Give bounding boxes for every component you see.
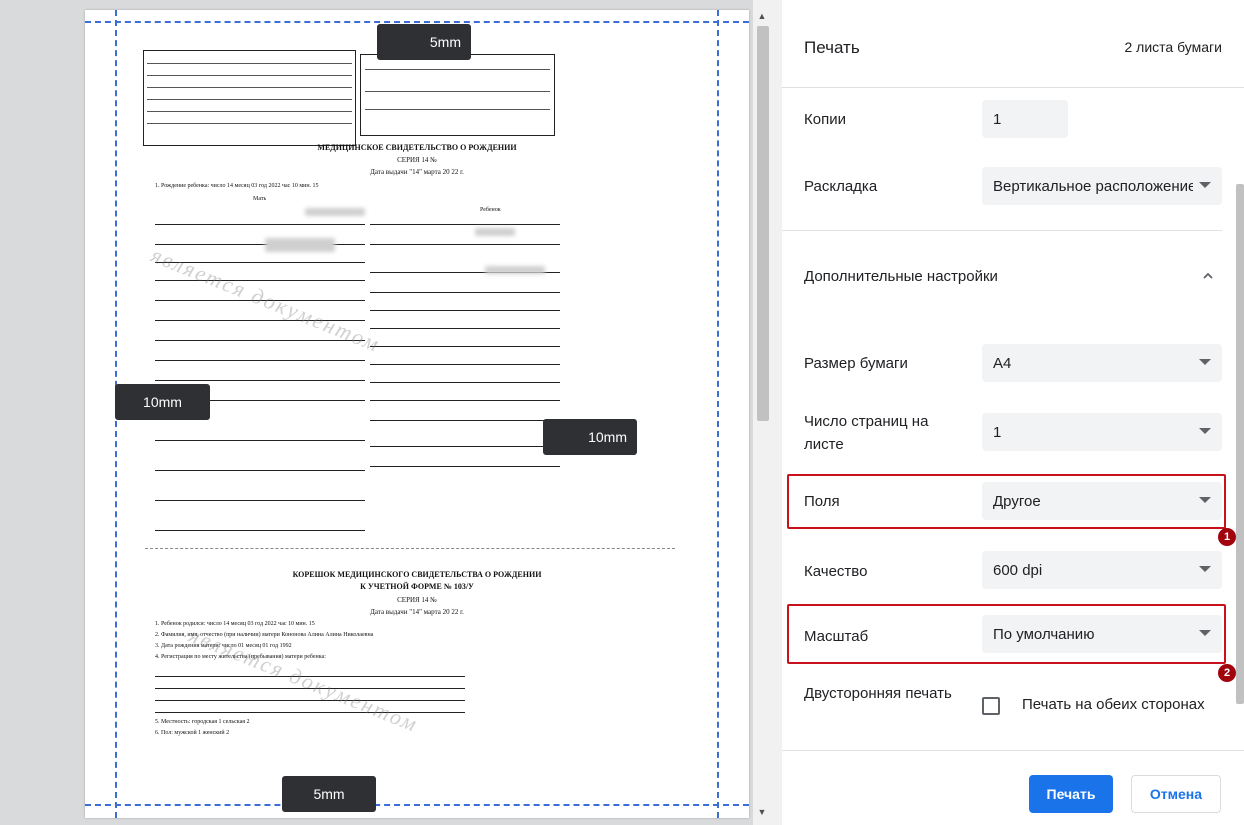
doc-title: МЕДИЦИНСКОЕ СВИДЕТЕЛЬСТВО О РОЖДЕНИИ	[317, 143, 517, 152]
copies-input[interactable]: 1	[982, 100, 1068, 138]
layout-select[interactable]: Вертикальное расположение	[982, 167, 1222, 205]
layout-label: Раскладка	[804, 178, 878, 195]
scale-select[interactable]: По умолчанию	[982, 615, 1222, 653]
copies-label: Копии	[804, 111, 846, 128]
settings-scrollbar[interactable]	[1235, 88, 1244, 750]
cancel-button[interactable]: Отмена	[1131, 775, 1221, 813]
chevron-down-icon	[1199, 182, 1211, 188]
settings-scroll-thumb[interactable]	[1236, 184, 1244, 704]
panel-title: Печать	[804, 38, 860, 57]
margins-value: Другое	[993, 492, 1041, 510]
stub-date: Дата выдачи "14" марта 20 22 г.	[370, 608, 464, 616]
divider	[782, 230, 1222, 231]
preview-scroll-thumb[interactable]	[757, 26, 769, 421]
doc-series: СЕРИЯ 14 №	[397, 156, 437, 164]
more-settings-toggle[interactable]: Дополнительные настройки	[804, 265, 998, 288]
duplex-option-label[interactable]: Печать на обеих сторонах	[1022, 696, 1205, 713]
pages-per-sheet-label: Число страниц на листе	[804, 413, 929, 453]
margin-left-badge: 10mm	[115, 384, 210, 420]
redacted-name	[305, 208, 365, 216]
margin-right-badge: 10mm	[543, 419, 637, 455]
duplex-label: Двусторонняя печать	[804, 685, 952, 702]
quality-value: 600 dpi	[993, 561, 1043, 579]
stub-series: СЕРИЯ 14 №	[397, 596, 437, 604]
chevron-down-icon	[1199, 497, 1211, 503]
doc-label-child: Ребенок	[480, 207, 501, 213]
quality-select[interactable]: 600 dpi	[982, 551, 1222, 589]
doc-label-mother: Мать	[253, 196, 267, 202]
panel-header: Печать 2 листа бумаги	[782, 0, 1244, 88]
chevron-down-icon	[1199, 428, 1211, 434]
print-preview-area: МЕДИЦИНСКОЕ СВИДЕТЕЛЬСТВО О РОЖДЕНИИ СЕР…	[0, 0, 782, 825]
doc-row-birth: 1. Рождение ребенка: число 14 месяц 03 г…	[155, 183, 319, 189]
margin-guide-bottom[interactable]	[85, 804, 749, 806]
redacted-child-name	[475, 228, 515, 236]
paper-size-select[interactable]: A4	[982, 344, 1222, 382]
quality-label: Качество	[804, 563, 868, 580]
doc-header-right-lines	[365, 60, 550, 132]
doc-issue-date: Дата выдачи "14" марта 20 22 г.	[370, 168, 464, 176]
doc-header-text-lines	[147, 54, 352, 142]
stub-row-1: 1. Ребенок родился: число 14 месяц 03 го…	[155, 621, 315, 627]
chevron-down-icon	[1199, 630, 1211, 636]
paper-size-value: A4	[993, 354, 1012, 372]
redacted-birthdate	[265, 238, 335, 252]
margin-top-badge: 5mm	[377, 24, 471, 60]
print-button[interactable]: Печать	[1029, 775, 1113, 813]
scroll-down-arrow-icon[interactable]: ▼	[755, 806, 769, 818]
chevron-down-icon	[1199, 566, 1211, 572]
margin-guide-right[interactable]	[717, 10, 719, 818]
margins-select[interactable]: Другое	[982, 482, 1222, 520]
chevron-down-icon	[1199, 359, 1211, 365]
chevron-up-icon[interactable]	[1202, 270, 1214, 282]
duplex-checkbox[interactable]	[982, 697, 1000, 715]
margins-step-badge: 1	[1218, 528, 1236, 546]
doc-cut-line	[145, 548, 675, 549]
sheet-count: 2 листа бумаги	[1124, 39, 1223, 55]
scale-label: Масштаб	[804, 628, 869, 645]
stub-title-1: КОРЕШОК МЕДИЦИНСКОГО СВИДЕТЕЛЬСТВА О РОЖ…	[292, 570, 542, 579]
stub-title-2: К УЧЕТНОЙ ФОРМЕ № 103/У	[360, 582, 474, 591]
paper-size-label: Размер бумаги	[804, 355, 908, 372]
stub-row-6: 6. Пол: мужской 1 женский 2	[155, 730, 230, 736]
copies-value: 1	[993, 110, 1002, 128]
scale-step-badge: 2	[1218, 664, 1236, 682]
print-settings-panel: Печать 2 листа бумаги Копии 1 Раскладка …	[782, 0, 1244, 825]
margin-guide-top[interactable]	[85, 21, 749, 23]
margins-label: Поля	[804, 493, 840, 510]
margin-bottom-badge: 5mm	[282, 776, 376, 812]
preview-scrollbar[interactable]: ▲ ▼	[753, 0, 782, 825]
scroll-up-arrow-icon[interactable]: ▲	[755, 10, 769, 22]
redacted-address	[485, 266, 545, 274]
pages-per-sheet-select[interactable]: 1	[982, 413, 1222, 451]
pages-per-sheet-value: 1	[993, 423, 1002, 441]
layout-value: Вертикальное расположение	[993, 177, 1193, 195]
scale-value: По умолчанию	[993, 625, 1095, 643]
stub-row-5: 5. Местность: городская 1 сельская 2	[155, 719, 250, 725]
